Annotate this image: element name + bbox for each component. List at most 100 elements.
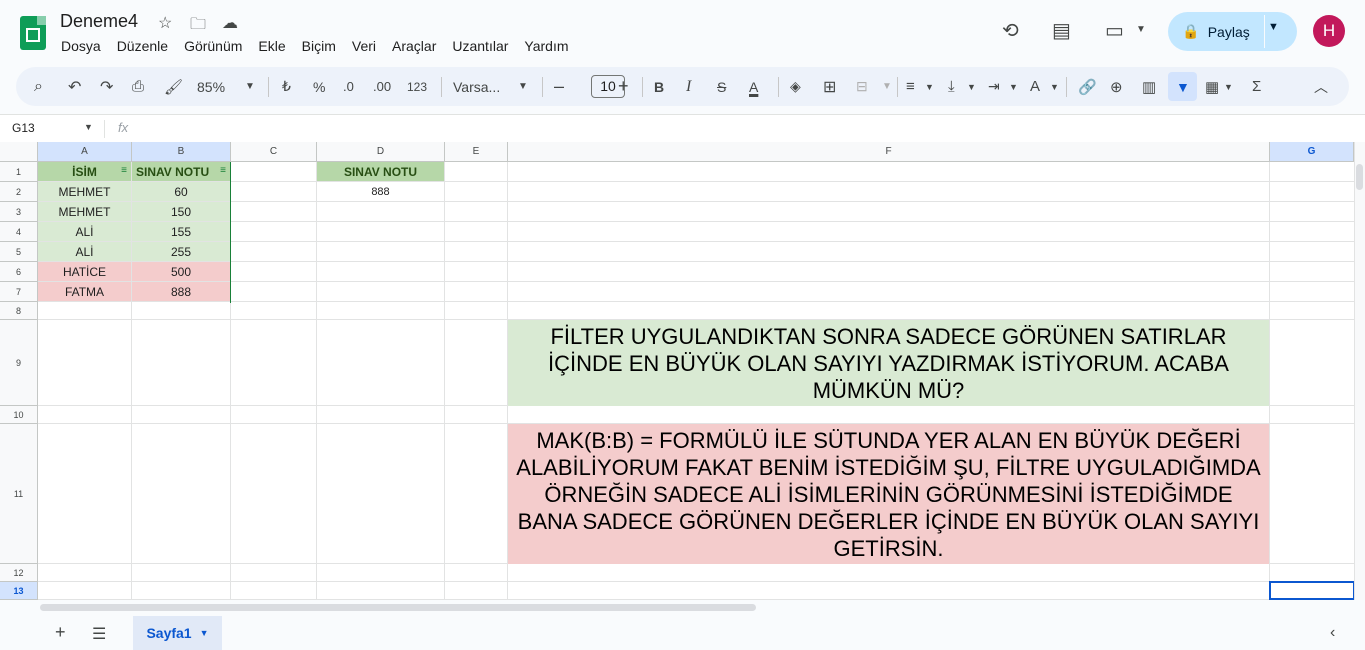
meet-dropdown-icon[interactable]: ▼ <box>1136 24 1146 35</box>
menu-help[interactable]: Yardım <box>524 38 568 54</box>
menu-extensions[interactable]: Uzantılar <box>452 38 508 54</box>
menu-format[interactable]: Biçim <box>302 38 336 54</box>
insert-comment-icon[interactable]: ⊕ <box>1110 67 1123 106</box>
share-button[interactable]: 🔒 Paylaş ▼ <box>1168 12 1297 51</box>
fill-color-icon[interactable]: ◈ <box>790 67 801 106</box>
d-header-cell[interactable]: SINAV NOTU <box>317 162 445 182</box>
number-format-button[interactable]: 123 <box>407 67 427 106</box>
table-header-name[interactable]: İSİM ≡ <box>38 162 132 182</box>
star-icon[interactable]: ☆ <box>158 13 172 33</box>
decrease-decimal-button[interactable]: .0 <box>343 67 354 106</box>
column-header-f[interactable]: F <box>508 142 1270 162</box>
strikethrough-button[interactable]: S <box>717 67 726 106</box>
table-cell[interactable]: HATİCE <box>38 262 132 282</box>
valign-dropdown-icon[interactable]: ▼ <box>967 67 976 106</box>
table-cell[interactable]: 150 <box>132 202 231 222</box>
menu-insert[interactable]: Ekle <box>258 38 285 54</box>
row-header-2[interactable]: 2 <box>0 182 38 202</box>
row-header-4[interactable]: 4 <box>0 222 38 242</box>
horizontal-align-icon[interactable]: ≡ <box>906 67 915 106</box>
name-box-dropdown-icon[interactable]: ▼ <box>84 122 93 132</box>
italic-button[interactable]: I <box>686 67 691 106</box>
print-icon[interactable]: ⎙ <box>132 67 144 106</box>
row-header-9[interactable]: 9 <box>0 320 38 406</box>
comments-icon[interactable]: ▤ <box>1052 18 1071 43</box>
column-header-b[interactable]: B <box>132 142 231 162</box>
history-icon[interactable]: ⟲ <box>1002 18 1019 43</box>
horizontal-scrollbar-thumb[interactable] <box>40 604 756 611</box>
table-cell[interactable]: 255 <box>132 242 231 262</box>
table-cell[interactable]: MEHMET <box>38 182 132 202</box>
sheet-menu-icon[interactable]: ▼ <box>200 628 209 638</box>
row-header-13[interactable]: 13 <box>0 582 38 600</box>
name-box[interactable]: G13 <box>12 121 35 135</box>
row-header-7[interactable]: 7 <box>0 282 38 302</box>
filter-icon[interactable]: ▼ <box>1176 67 1190 106</box>
font-dropdown-icon[interactable]: ▼ <box>518 67 528 106</box>
column-header-d[interactable]: D <box>317 142 445 162</box>
table-header-score[interactable]: SINAV NOTU ≡ <box>132 162 231 182</box>
note-green[interactable]: FİLTER UYGULANDIKTAN SONRA SADECE GÖRÜNE… <box>508 320 1270 406</box>
table-cell[interactable]: 888 <box>132 282 231 302</box>
meet-icon[interactable]: ▭ <box>1105 18 1124 43</box>
cloud-status-icon[interactable]: ☁ <box>222 13 238 33</box>
table-cell[interactable]: ALİ <box>38 242 132 262</box>
bold-button[interactable]: B <box>654 67 664 106</box>
row-header-3[interactable]: 3 <box>0 202 38 222</box>
move-folder-icon[interactable]: 🗀 <box>190 13 206 40</box>
menu-tools[interactable]: Araçlar <box>392 38 436 54</box>
vertical-scrollbar-track[interactable] <box>1354 142 1365 600</box>
insert-link-icon[interactable]: 🔗 <box>1078 67 1097 106</box>
chevron-left-icon[interactable]: ‹ <box>1330 624 1335 642</box>
currency-button[interactable]: ₺ <box>282 67 291 106</box>
table-cell[interactable]: ALİ <box>38 222 132 242</box>
font-select[interactable]: Varsa... <box>453 67 500 106</box>
font-size-increase-button[interactable]: + <box>618 67 629 106</box>
redo-icon[interactable]: ↷ <box>100 67 113 106</box>
percent-button[interactable]: % <box>313 67 325 106</box>
row-header-12[interactable]: 12 <box>0 564 38 582</box>
text-wrapping-icon[interactable]: ⇥ <box>988 67 1000 106</box>
sheets-logo[interactable] <box>20 16 46 50</box>
menu-view[interactable]: Görünüm <box>184 38 242 54</box>
column-header-c[interactable]: C <box>231 142 317 162</box>
vertical-align-icon[interactable]: ⤓ <box>948 67 955 106</box>
table-cell[interactable]: 500 <box>132 262 231 282</box>
row-header-6[interactable]: 6 <box>0 262 38 282</box>
table-cell[interactable]: 155 <box>132 222 231 242</box>
menu-file[interactable]: Dosya <box>61 38 101 54</box>
tab-sayfa1[interactable]: Sayfa1 ▼ <box>133 616 222 650</box>
merge-dropdown-icon[interactable]: ▼ <box>882 67 892 106</box>
document-title[interactable]: Deneme4 <box>60 11 138 32</box>
select-all-corner[interactable] <box>0 142 38 162</box>
zoom-select[interactable]: 85% <box>197 67 225 106</box>
merge-cells-icon[interactable]: ⊟ <box>856 67 868 106</box>
row-header-10[interactable]: 10 <box>0 406 38 424</box>
menu-edit[interactable]: Düzenle <box>117 38 168 54</box>
column-header-a[interactable]: A <box>38 142 132 162</box>
table-cell[interactable]: MEHMET <box>38 202 132 222</box>
column-filter-icon[interactable]: ≡ <box>220 165 226 176</box>
search-icon[interactable]: ⌕ <box>34 67 43 106</box>
collapse-toolbar-icon[interactable]: ︿ <box>1314 67 1328 106</box>
filter-views-icon[interactable]: ▦ <box>1205 67 1219 106</box>
column-filter-icon[interactable]: ≡ <box>121 165 127 176</box>
font-size-decrease-button[interactable]: – <box>554 67 564 106</box>
halign-dropdown-icon[interactable]: ▼ <box>925 67 934 106</box>
selected-cell-g13[interactable] <box>1269 581 1355 600</box>
row-header-8[interactable]: 8 <box>0 302 38 320</box>
all-sheets-icon[interactable]: ☰ <box>92 624 106 644</box>
row-header-11[interactable]: 11 <box>0 424 38 564</box>
zoom-dropdown-icon[interactable]: ▼ <box>245 67 255 106</box>
share-dropdown-icon[interactable]: ▼ <box>1268 21 1279 33</box>
row-header-1[interactable]: 1 <box>0 162 38 182</box>
increase-decimal-button[interactable]: .00 <box>373 67 391 106</box>
menu-data[interactable]: Veri <box>352 38 376 54</box>
spreadsheet-grid[interactable]: A B C D E F G 1 2 3 4 5 6 7 8 9 10 11 12… <box>0 142 1365 600</box>
note-red[interactable]: MAK(B:B) = FORMÜLÜ İLE SÜTUNDA YER ALAN … <box>508 424 1270 564</box>
row-header-5[interactable]: 5 <box>0 242 38 262</box>
column-header-g[interactable]: G <box>1270 142 1354 162</box>
avatar[interactable]: H <box>1313 15 1345 47</box>
d-value-cell[interactable]: 888 <box>317 182 445 202</box>
wrap-dropdown-icon[interactable]: ▼ <box>1009 67 1018 106</box>
